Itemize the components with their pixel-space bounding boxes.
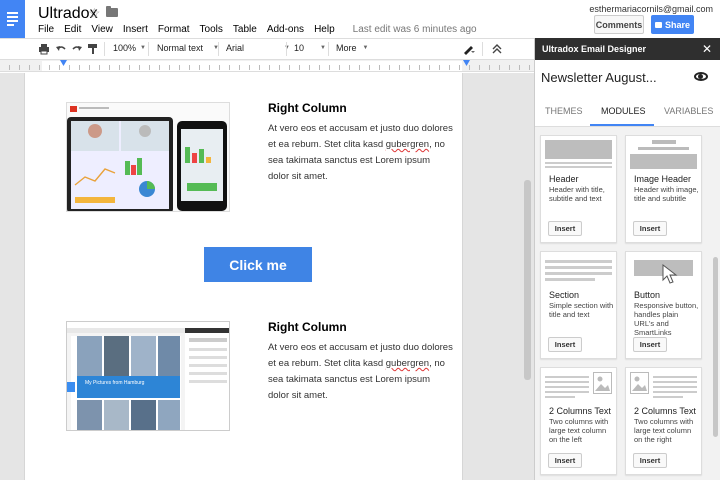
section-2-heading[interactable]: Right Column xyxy=(268,320,347,334)
toolbar-divider xyxy=(148,42,149,56)
star-icon[interactable]: ☆ xyxy=(88,5,101,22)
menu-bar: File Edit View Insert Format Tools Table… xyxy=(38,24,487,35)
menu-insert[interactable]: Insert xyxy=(123,24,148,35)
toolbar-divider xyxy=(104,42,105,56)
section-2-body[interactable]: At vero eos et accusam et justo duo dolo… xyxy=(268,340,453,404)
comments-button[interactable]: Comments xyxy=(594,15,644,34)
module-description: Simple section with title and text xyxy=(549,301,614,319)
toolbar-divider xyxy=(328,42,329,56)
print-icon[interactable] xyxy=(38,43,50,55)
section-1-body[interactable]: At vero eos et accusam et justo duo dolo… xyxy=(268,121,453,185)
tab-modules[interactable]: MODULES xyxy=(601,106,646,116)
template-title[interactable]: Newsletter August... xyxy=(541,70,657,85)
close-icon[interactable]: ✕ xyxy=(702,42,712,56)
image-caption: My Pictures from Hamburg xyxy=(85,380,145,386)
share-label: Share xyxy=(664,19,690,30)
section-1-heading[interactable]: Right Column xyxy=(268,101,347,115)
module-description: Header with image, title and subtitle xyxy=(634,185,699,203)
insert-button[interactable]: Insert xyxy=(633,221,667,236)
ruler-ticks xyxy=(0,65,534,70)
devices-illustration xyxy=(67,103,229,211)
two-columns-left-thumbnail-icon xyxy=(545,372,612,401)
menu-file[interactable]: File xyxy=(38,24,54,35)
menu-tools[interactable]: Tools xyxy=(200,24,223,35)
ruler[interactable] xyxy=(0,60,534,72)
editor-screenshot-image[interactable]: My Pictures from Hamburg xyxy=(66,321,230,431)
module-card-header[interactable]: Header Header with title, subtitle and t… xyxy=(540,135,617,243)
chevron-down-icon: ▼ xyxy=(320,45,326,51)
module-card-2-columns-text-right[interactable]: 2 Columns Text Two columns with large te… xyxy=(625,367,702,475)
report-devices-image[interactable] xyxy=(66,102,230,212)
undo-icon[interactable] xyxy=(55,43,67,55)
style-select[interactable]: Normal text ▼ xyxy=(157,43,219,53)
menu-help[interactable]: Help xyxy=(314,24,335,35)
toolbar-divider xyxy=(286,42,287,56)
click-me-button[interactable]: Click me xyxy=(204,247,312,282)
document-scrollbar[interactable] xyxy=(524,180,531,380)
header-thumbnail-icon xyxy=(545,140,612,169)
share-button[interactable]: Share xyxy=(651,15,694,34)
zoom-select[interactable]: 100% ▼ xyxy=(113,43,146,53)
image-placeholder-icon xyxy=(630,372,649,394)
insert-button[interactable]: Insert xyxy=(548,453,582,468)
eye-icon[interactable] xyxy=(694,72,708,81)
module-description: Header with title, subtitle and text xyxy=(549,185,605,203)
module-name: 2 Columns Text xyxy=(549,406,611,416)
module-description: Responsive button, handles plain URL's a… xyxy=(634,301,699,337)
menu-table[interactable]: Table xyxy=(233,24,257,35)
font-size-select[interactable]: 10 ▼ xyxy=(294,43,326,53)
toolbar: 100%▼ Normal text▼ Arial▼ 10▼ More▼ xyxy=(0,38,534,60)
module-description: Two columns with large text column on th… xyxy=(634,417,694,444)
folder-icon[interactable] xyxy=(106,6,118,17)
module-name: Button xyxy=(634,290,661,300)
pen-icon[interactable] xyxy=(462,43,476,55)
insert-button[interactable]: Insert xyxy=(633,337,667,352)
chevron-down-icon: ▼ xyxy=(362,45,369,51)
modules-grid: Header Header with title, subtitle and t… xyxy=(535,126,720,480)
sidebar-header: Ultradox Email Designer xyxy=(535,38,720,60)
more-button[interactable]: More ▼ xyxy=(336,43,368,53)
menu-edit[interactable]: Edit xyxy=(64,24,81,35)
image-header-thumbnail-icon xyxy=(630,140,697,169)
section-thumbnail-icon xyxy=(545,256,612,285)
two-columns-right-thumbnail-icon xyxy=(630,372,697,401)
menu-addons[interactable]: Add-ons xyxy=(267,24,304,35)
misspelled-word[interactable]: gubergren xyxy=(386,139,429,150)
button-thumbnail-icon xyxy=(630,256,697,285)
tab-variables[interactable]: VARIABLES xyxy=(664,106,713,116)
module-name: 2 Columns Text xyxy=(634,406,696,416)
email-designer-sidebar: Ultradox Email Designer ✕ Newsletter Aug… xyxy=(534,38,720,480)
toolbar-divider xyxy=(218,42,219,56)
sidebar-scrollbar[interactable] xyxy=(713,257,718,437)
font-select[interactable]: Arial▼ xyxy=(226,43,290,53)
insert-button[interactable]: Insert xyxy=(548,337,582,352)
user-email[interactable]: esthermariacornils@gmail.com xyxy=(589,4,713,14)
insert-button[interactable]: Insert xyxy=(548,221,582,236)
editor-illustration xyxy=(67,322,229,430)
last-edit-status[interactable]: Last edit was 6 minutes ago xyxy=(353,24,477,35)
menu-view[interactable]: View xyxy=(91,24,113,35)
paint-format-icon[interactable] xyxy=(87,43,99,55)
toolbar-divider xyxy=(482,42,483,56)
misspelled-word[interactable]: gubergren xyxy=(386,358,429,369)
tab-themes[interactable]: THEMES xyxy=(545,106,583,116)
module-card-button[interactable]: Button Responsive button, handles plain … xyxy=(625,251,702,359)
module-name: Section xyxy=(549,290,580,300)
collapse-toolbar-icon[interactable] xyxy=(492,43,502,55)
sidebar-tabs: THEMES MODULES VARIABLES xyxy=(535,104,720,126)
module-card-section[interactable]: Section Simple section with title and te… xyxy=(540,251,617,359)
lock-icon xyxy=(654,21,662,28)
module-card-image-header[interactable]: Image Header Header with image, title an… xyxy=(625,135,702,243)
insert-button[interactable]: Insert xyxy=(633,453,667,468)
redo-icon[interactable] xyxy=(71,43,83,55)
docs-logo-icon[interactable] xyxy=(0,0,25,38)
module-name: Image Header xyxy=(634,174,692,184)
chevron-down-icon: ▼ xyxy=(140,45,146,51)
module-card-2-columns-text-left[interactable]: 2 Columns Text Two columns with large te… xyxy=(540,367,617,475)
cursor-icon xyxy=(662,264,678,284)
module-description: Two columns with large text column on th… xyxy=(549,417,609,444)
module-name: Header xyxy=(549,174,579,184)
menu-format[interactable]: Format xyxy=(158,24,190,35)
image-placeholder-icon xyxy=(593,372,612,394)
